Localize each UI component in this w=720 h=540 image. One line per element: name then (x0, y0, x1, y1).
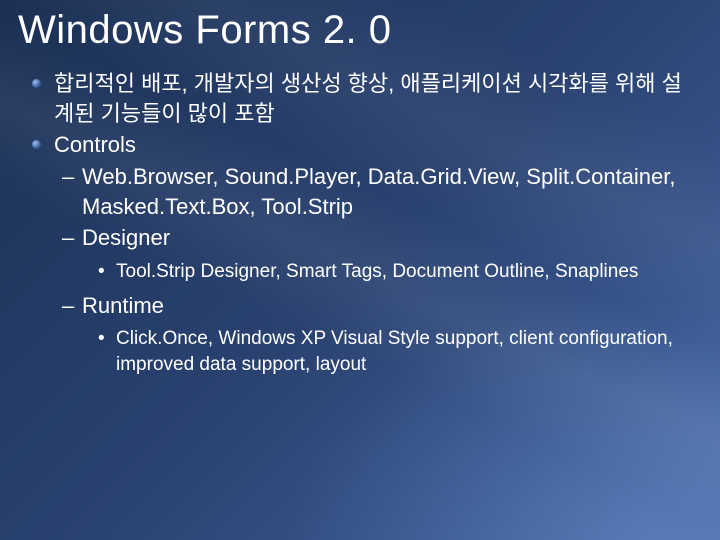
bullet-list: 합리적인 배포, 개발자의 생산성 향상, 애플리케이션 시각화를 위해 설계된… (18, 69, 702, 378)
list-item: Tool.Strip Designer, Smart Tags, Documen… (116, 259, 702, 285)
sub-list: Web.Browser, Sound.Player, Data.Grid.Vie… (54, 162, 702, 378)
sub-sub-list: Click.Once, Windows XP Visual Style supp… (82, 326, 702, 377)
list-item: 합리적인 배포, 개발자의 생산성 향상, 애플리케이션 시각화를 위해 설계된… (54, 69, 702, 128)
list-item: Click.Once, Windows XP Visual Style supp… (116, 326, 702, 377)
list-item-label: Runtime (82, 293, 164, 318)
sub-sub-list: Tool.Strip Designer, Smart Tags, Documen… (82, 259, 702, 285)
list-item: Designer Tool.Strip Designer, Smart Tags… (82, 223, 702, 284)
list-item: Runtime Click.Once, Windows XP Visual St… (82, 291, 702, 378)
list-item: Controls Web.Browser, Sound.Player, Data… (54, 130, 702, 377)
list-item: Web.Browser, Sound.Player, Data.Grid.Vie… (82, 162, 702, 221)
slide-title: Windows Forms 2. 0 (18, 8, 702, 53)
list-item-label: Designer (82, 225, 170, 250)
list-item-label: Controls (54, 132, 136, 157)
